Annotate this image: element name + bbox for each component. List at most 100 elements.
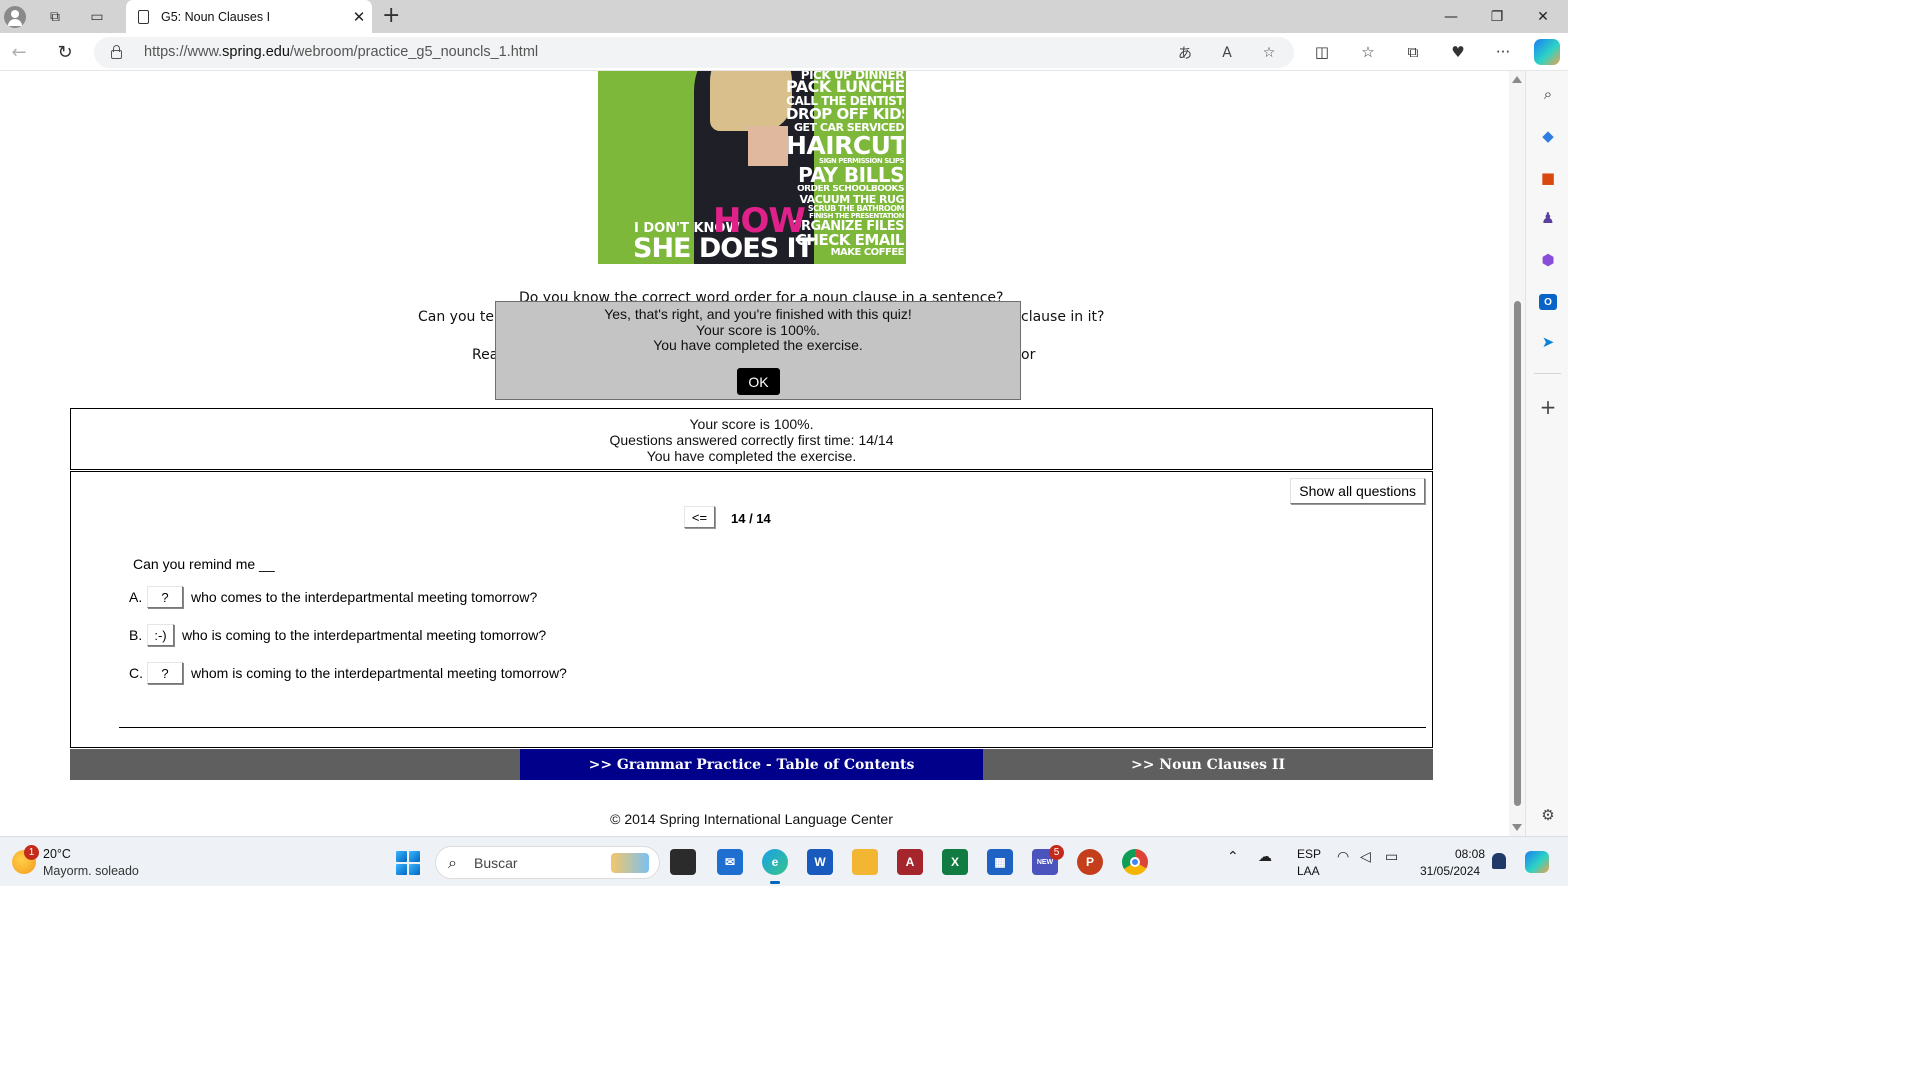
profile-icon[interactable] bbox=[2, 4, 28, 30]
start-button-icon[interactable] bbox=[396, 851, 420, 875]
page-scrollbar[interactable] bbox=[1509, 71, 1525, 836]
tools-briefcase-icon[interactable]: ■ bbox=[1535, 165, 1561, 191]
dialog-message-3: You have completed the exercise. bbox=[653, 337, 863, 353]
url-text[interactable]: https://www.spring.edu/webroom/practice_… bbox=[144, 44, 538, 60]
weather-description[interactable]: Mayorm. soleado bbox=[43, 864, 139, 878]
keyboard-layout[interactable]: LAA bbox=[1297, 864, 1320, 878]
word-icon[interactable]: W bbox=[807, 849, 833, 875]
divider bbox=[119, 727, 1426, 728]
page-viewport: PICK UP DINNER PACK LUNCHES CALL THE DEN… bbox=[0, 71, 1509, 836]
new-tab-icon[interactable]: + bbox=[382, 3, 400, 28]
send-icon[interactable]: ➤ bbox=[1535, 329, 1561, 355]
show-hidden-icons-icon[interactable]: ⌃ bbox=[1227, 849, 1239, 865]
answer-option-a: A. ? who comes to the interdepartmental … bbox=[129, 586, 537, 608]
powerpoint-icon[interactable]: P bbox=[1077, 849, 1103, 875]
poster-chore: HAIRCUT bbox=[786, 133, 904, 158]
option-text: whom is coming to the interdepartmental … bbox=[191, 665, 567, 681]
score-summary: Your score is 100%. Questions answered c… bbox=[70, 408, 1433, 470]
scroll-down-arrow-icon[interactable] bbox=[1512, 824, 1522, 831]
weather-badge: 1 bbox=[24, 845, 39, 860]
restore-icon[interactable]: ❐ bbox=[1474, 0, 1520, 33]
excel-icon[interactable]: X bbox=[942, 849, 968, 875]
option-letter: A. bbox=[129, 589, 143, 605]
intro-line-2-left: Can you tel bbox=[418, 309, 498, 325]
volume-icon[interactable]: ◁ bbox=[1360, 849, 1371, 865]
scrollbar-thumb[interactable] bbox=[1514, 301, 1521, 806]
quiz-panel: Show all questions <= 14 / 14 Can you re… bbox=[70, 471, 1433, 748]
lock-icon[interactable] bbox=[111, 45, 122, 59]
footer-nav-bar: >> Grammar Practice - Table of Contents … bbox=[70, 749, 1433, 780]
microsoft-365-icon[interactable]: ⬢ bbox=[1535, 247, 1561, 273]
minimize-icon[interactable]: — bbox=[1428, 0, 1474, 33]
wifi-icon[interactable]: ◠ bbox=[1337, 849, 1349, 865]
answer-button-b[interactable]: :-) bbox=[147, 624, 174, 646]
dialog-message-1: Yes, that's right, and you're finished w… bbox=[604, 306, 912, 322]
option-text: who is coming to the interdepartmental m… bbox=[182, 627, 547, 643]
clock-date[interactable]: 31/05/2024 bbox=[1420, 864, 1480, 878]
ok-button[interactable]: OK bbox=[737, 368, 780, 395]
weather-temperature[interactable]: 20°C bbox=[43, 847, 71, 861]
close-window-icon[interactable]: ✕ bbox=[1520, 0, 1566, 33]
poster-chore: ORDER SCHOOLBOOKS bbox=[796, 185, 904, 194]
result-dialog: Yes, that's right, and you're finished w… bbox=[495, 301, 1021, 400]
games-icon[interactable]: ♟ bbox=[1535, 205, 1561, 231]
notification-bell-icon[interactable] bbox=[1492, 853, 1506, 869]
file-explorer-icon[interactable] bbox=[852, 849, 878, 875]
outlook-icon[interactable]: O bbox=[1535, 289, 1561, 315]
page-icon bbox=[138, 9, 149, 24]
microsoft-store-icon[interactable]: ▦ bbox=[987, 849, 1013, 875]
scroll-up-arrow-icon[interactable] bbox=[1512, 76, 1522, 83]
browser-essentials-icon[interactable]: ♥ bbox=[1443, 38, 1473, 66]
close-tab-icon[interactable]: ✕ bbox=[346, 8, 372, 26]
more-menu-icon[interactable]: ··· bbox=[1488, 38, 1518, 66]
task-view-icon[interactable] bbox=[670, 849, 696, 875]
option-letter: C. bbox=[129, 665, 143, 681]
read-aloud-icon[interactable]: A bbox=[1214, 41, 1240, 65]
tab-actions-icon[interactable]: ▭ bbox=[84, 4, 110, 30]
shopping-tag-icon[interactable]: ◆ bbox=[1535, 123, 1561, 149]
question-text: Can you remind me __ bbox=[133, 556, 275, 572]
answer-option-c: C. ? whom is coming to the interdepartme… bbox=[129, 662, 567, 684]
movie-poster-image: PICK UP DINNER PACK LUNCHES CALL THE DEN… bbox=[598, 71, 906, 264]
battery-icon[interactable]: ▭ bbox=[1385, 849, 1398, 865]
search-icon[interactable]: ⌕ bbox=[1535, 81, 1561, 107]
poster-chore: SIGN PERMISSION SLIPS bbox=[819, 158, 904, 165]
mail-icon[interactable]: ✉ bbox=[717, 849, 743, 875]
back-icon[interactable]: ← bbox=[4, 38, 34, 66]
show-all-questions-button[interactable]: Show all questions bbox=[1290, 478, 1425, 504]
copyright-notice: © 2014 Spring International Language Cen… bbox=[610, 811, 893, 827]
workspaces-icon[interactable]: ⧉ bbox=[42, 4, 68, 30]
translate-icon[interactable]: あ bbox=[1172, 41, 1198, 65]
refresh-icon[interactable]: ↻ bbox=[50, 38, 80, 66]
onedrive-icon[interactable]: ☁ bbox=[1258, 849, 1272, 865]
chrome-icon[interactable] bbox=[1122, 849, 1148, 875]
copilot-icon[interactable] bbox=[1534, 39, 1560, 65]
tab-active[interactable]: G5: Noun Clauses I ✕ bbox=[126, 0, 372, 33]
poster-chore: GET CAR SERVICED bbox=[794, 122, 904, 133]
add-sidebar-app-icon[interactable]: + bbox=[1535, 394, 1561, 420]
question-counter: 14 / 14 bbox=[731, 511, 771, 526]
answer-button-c[interactable]: ? bbox=[147, 662, 183, 684]
edge-browser-icon[interactable]: e bbox=[762, 849, 788, 884]
taskbar-search-box[interactable]: ⌕ Buscar bbox=[435, 846, 660, 879]
collections-icon[interactable]: ⧉ bbox=[1398, 38, 1428, 66]
browser-tab-strip: ⧉ ▭ G5: Noun Clauses I ✕ + — ❐ ✕ bbox=[0, 0, 1568, 33]
sidebar-settings-icon[interactable]: ⚙ bbox=[1535, 802, 1561, 828]
favorites-icon[interactable]: ☆ bbox=[1353, 38, 1383, 66]
address-bar[interactable]: https://www.spring.edu/webroom/practice_… bbox=[94, 37, 1294, 68]
intro-line-2-right: clause in it? bbox=[1021, 309, 1105, 325]
poster-neck bbox=[748, 126, 788, 166]
previous-question-button[interactable]: <= bbox=[684, 506, 715, 528]
answer-button-a[interactable]: ? bbox=[147, 586, 183, 608]
table-of-contents-link[interactable]: >> Grammar Practice - Table of Contents bbox=[520, 749, 983, 780]
answer-option-b: B. :-) who is coming to the interdepartm… bbox=[129, 624, 546, 646]
input-language[interactable]: ESP bbox=[1297, 847, 1321, 861]
split-screen-icon[interactable]: ◫ bbox=[1307, 38, 1337, 66]
copilot-taskbar-icon[interactable] bbox=[1525, 851, 1549, 873]
poster-chore: PACK LUNCHES bbox=[786, 79, 904, 95]
clock-time[interactable]: 08:08 bbox=[1455, 847, 1485, 861]
access-icon[interactable]: A bbox=[897, 849, 923, 875]
next-lesson-link[interactable]: >> Noun Clauses II bbox=[983, 749, 1433, 780]
poster-chore: CALL THE DENTIST bbox=[786, 95, 904, 107]
favorite-star-icon[interactable]: ☆ bbox=[1256, 41, 1282, 65]
